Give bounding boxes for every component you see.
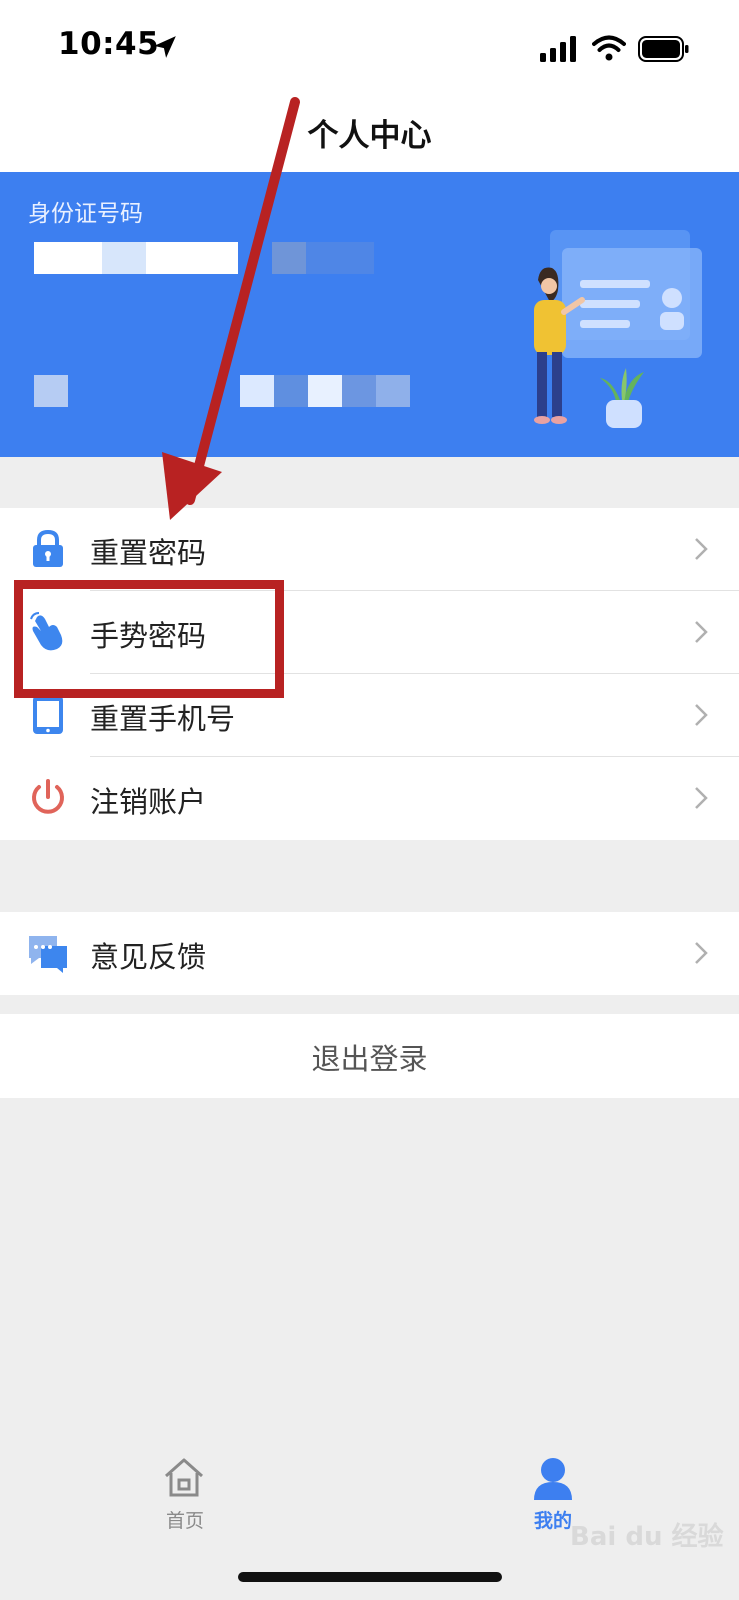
id-number-label: 身份证号码 [28,201,143,227]
chevron-right-icon [695,621,708,643]
power-icon [32,779,64,814]
cellular-signal-icon [540,36,576,62]
chevron-right-icon [695,704,708,726]
wifi-icon [592,35,626,61]
feedback-label: 意见反馈 [90,940,207,974]
battery-icon [638,36,689,62]
location-arrow-icon [154,36,176,58]
phone-redacted [240,375,410,407]
name-redacted [34,375,68,407]
page-title: 个人中心 [307,118,432,154]
feedback-menu: 意见反馈 [0,912,739,995]
cancel-account-row[interactable]: 注销账户 [0,757,739,840]
home-indicator[interactable] [238,1572,502,1582]
chevron-right-icon [695,538,708,560]
feedback-chat-icon [29,936,67,973]
cancel-account-label: 注销账户 [90,785,207,819]
reset-phone-label: 重置手机号 [90,702,236,736]
annotation-highlight-box [14,580,284,698]
status-time: 10:45 [58,26,160,62]
chevron-right-icon [695,942,708,964]
reset-password-row[interactable]: 重置密码 [0,508,739,591]
feedback-row[interactable]: 意见反馈 [0,912,739,995]
tab-home[interactable]: 首页 [150,1506,220,1533]
watermark: Bai du 经验 [570,1522,724,1552]
id-number-redacted [34,242,374,274]
person-icon[interactable] [530,1456,576,1502]
profile-illustration [534,230,702,428]
logout-label: 退出登录 [311,1042,428,1076]
phone-icon [33,696,63,734]
home-icon[interactable] [162,1456,206,1498]
chevron-right-icon [695,787,708,809]
reset-password-label: 重置密码 [90,536,207,570]
lock-icon [33,529,63,567]
